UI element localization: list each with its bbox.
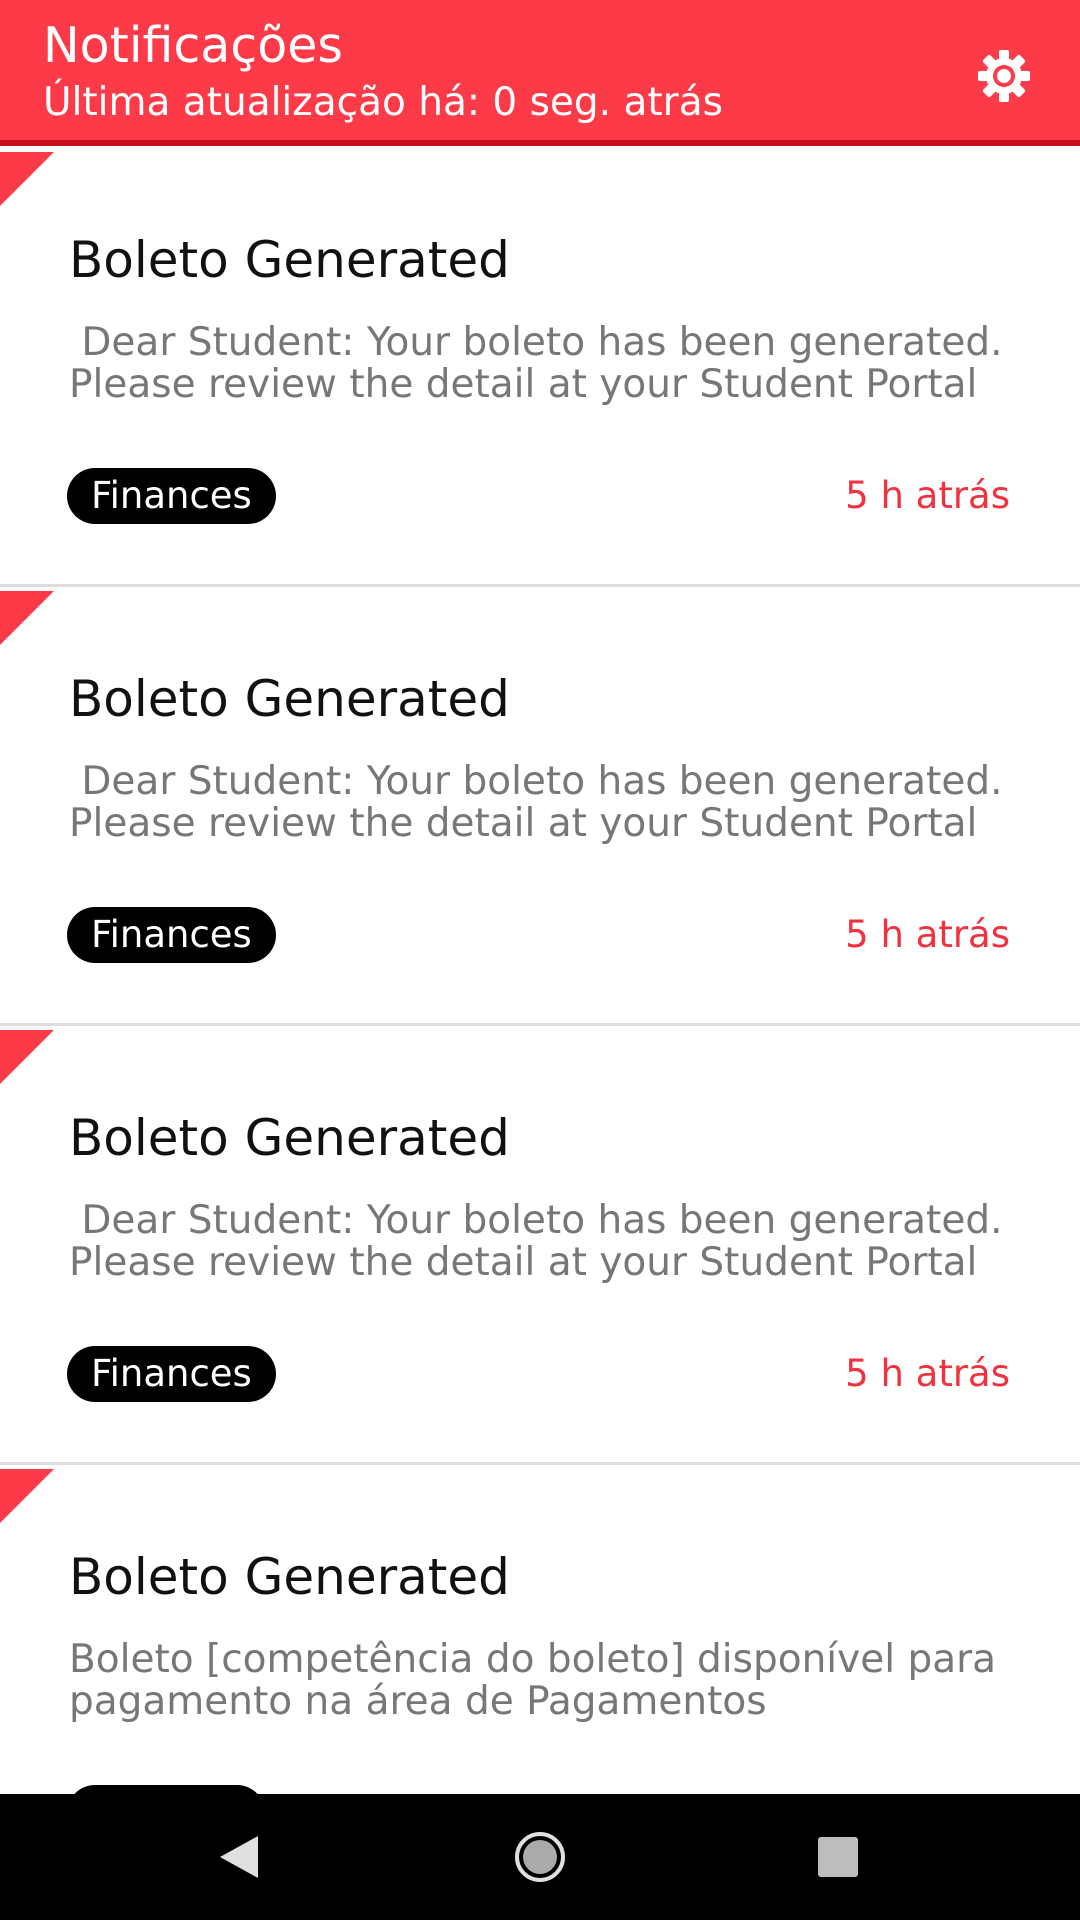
unread-marker (0, 591, 54, 645)
recents-square-icon[interactable] (803, 1822, 873, 1892)
category-badge[interactable]: Finances (67, 1346, 276, 1402)
category-badge[interactable]: Finances (67, 468, 276, 524)
notification-title: Boleto Generated (69, 670, 510, 728)
last-update-label: Última atualização há: 0 seg. atrás (43, 80, 723, 125)
unread-marker (0, 1469, 54, 1523)
notification-card[interactable]: Boleto Generated Dear Student: Your bole… (0, 152, 1080, 587)
category-badge[interactable] (67, 1785, 265, 1794)
notification-card[interactable]: Boleto Generated Dear Student: Your bole… (0, 591, 1080, 1026)
divider (0, 1462, 1080, 1465)
notification-message: Dear Student: Your boleto has been gener… (69, 759, 1003, 846)
divider (0, 1023, 1080, 1026)
notification-card[interactable]: Boleto Generated Dear Student: Your bole… (0, 1030, 1080, 1465)
notification-card[interactable]: Boleto Generated Boleto [competência do … (0, 1469, 1080, 1794)
notification-title: Boleto Generated (69, 1109, 510, 1167)
home-circle-icon[interactable] (505, 1822, 575, 1892)
app-header: Notificações Última atualização há: 0 se… (0, 0, 1080, 146)
notification-time: 5 h atrás (845, 913, 1010, 956)
gear-icon[interactable] (976, 48, 1032, 104)
system-nav-bar (0, 1794, 1080, 1920)
notification-time: 5 h atrás (845, 1352, 1010, 1395)
notification-title: Boleto Generated (69, 231, 510, 289)
unread-marker (0, 1030, 54, 1084)
back-triangle-icon[interactable] (204, 1822, 274, 1892)
category-badge[interactable]: Finances (67, 907, 276, 963)
notification-time: 5 h atrás (845, 474, 1010, 517)
notification-message: Dear Student: Your boleto has been gener… (69, 1198, 1003, 1285)
divider (0, 584, 1080, 587)
unread-marker (0, 152, 54, 206)
notification-message: Boleto [competência do boleto] disponíve… (69, 1637, 997, 1724)
page-title: Notificações (43, 17, 343, 74)
notification-message: Dear Student: Your boleto has been gener… (69, 320, 1003, 407)
notification-title: Boleto Generated (69, 1548, 510, 1606)
notification-list[interactable]: Boleto Generated Dear Student: Your bole… (0, 152, 1080, 1794)
